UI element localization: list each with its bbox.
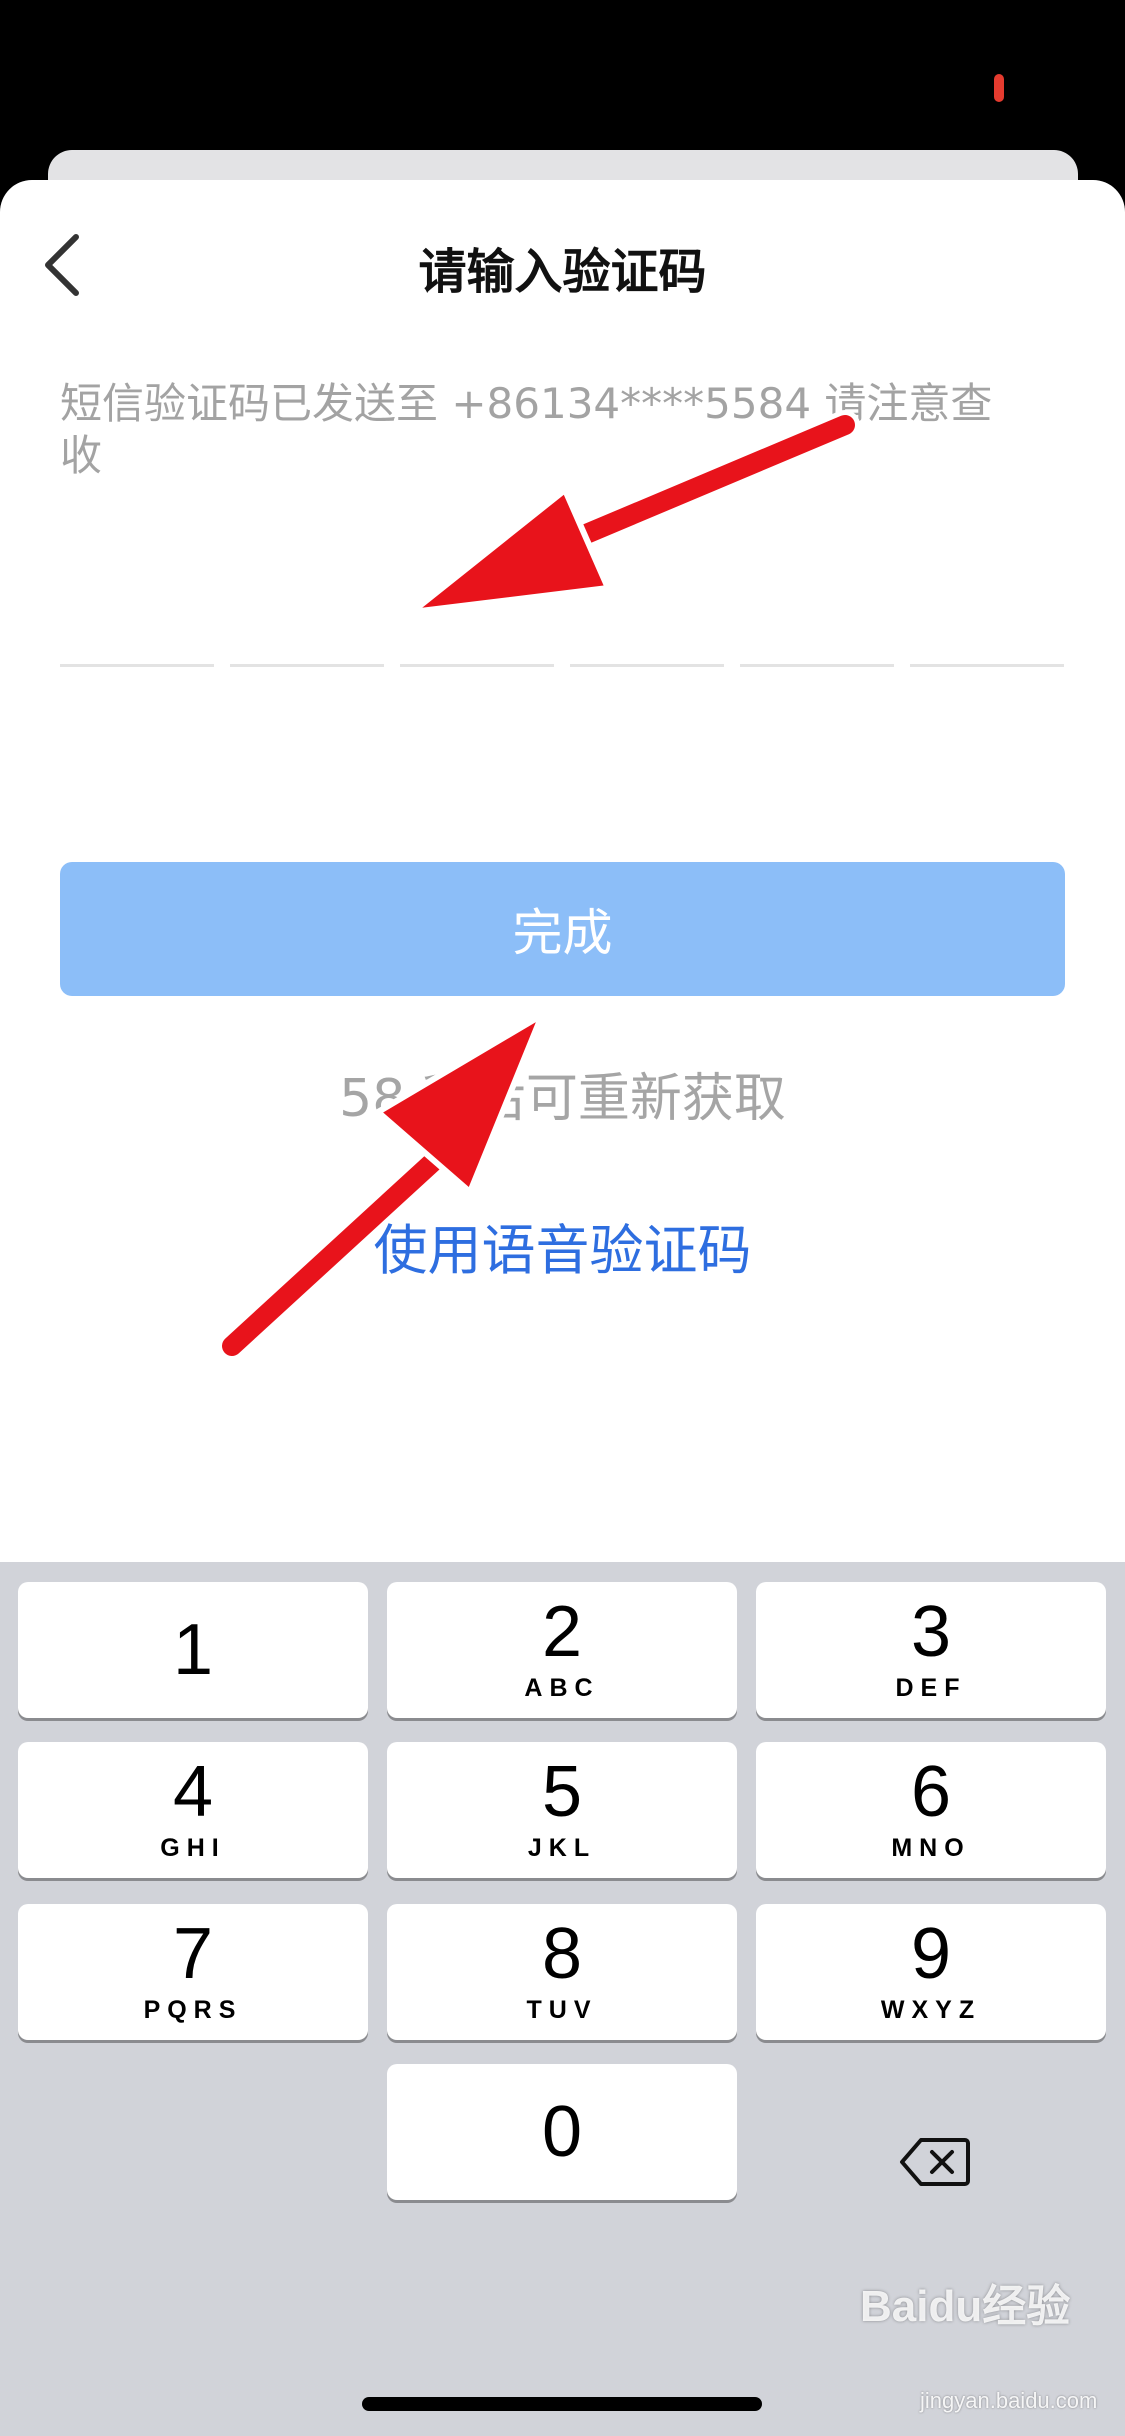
key-digit: 3 [910,1592,952,1672]
key-letters: ABC [524,1674,600,1702]
recording-indicator [994,74,1004,102]
key-digit: 2 [541,1592,583,1672]
key-5[interactable]: 5 JKL [387,1742,737,1878]
backspace-icon [900,2138,970,2186]
code-slot[interactable] [60,664,214,667]
code-slot[interactable] [910,664,1064,667]
key-letters: DEF [895,1674,967,1702]
key-digit: 0 [541,2092,583,2172]
status-bar [0,0,1125,150]
key-4[interactable]: 4 GHI [18,1742,368,1878]
key-letters: WXYZ [880,1996,982,2024]
key-letters: JKL [527,1834,597,1862]
key-letters: MNO [891,1834,971,1862]
key-6[interactable]: 6 MNO [756,1742,1106,1878]
sms-sent-message: 短信验证码已发送至 +86134****5584 请注意查收 [60,379,993,480]
code-input[interactable] [60,664,1066,668]
code-slot[interactable] [230,664,384,667]
key-digit: 1 [172,1610,214,1690]
watermark-url: jingyan.baidu.com [920,2388,1098,2413]
key-7[interactable]: 7 PQRS [18,1904,368,2040]
home-indicator [362,2397,762,2411]
key-digit: 6 [910,1752,952,1832]
nav-bar: 请输入验证码 [0,180,1125,340]
key-2[interactable]: 2 ABC [387,1582,737,1718]
resend-countdown: 58 秒后可重新获取 [339,1069,786,1129]
baidu-watermark: Baidu经验 [860,2282,1071,2331]
page-title: 请输入验证码 [418,244,707,300]
code-slot[interactable] [740,664,894,667]
key-letters: GHI [160,1834,226,1862]
key-digit: 5 [541,1752,583,1832]
code-slot[interactable] [570,664,724,667]
key-digit: 7 [172,1914,214,1994]
key-digit: 9 [910,1914,952,1994]
key-letters: PQRS [143,1996,243,2024]
voice-code-link[interactable]: 使用语音验证码 [0,1206,1125,1285]
code-slot[interactable] [400,664,554,667]
key-8[interactable]: 8 TUV [387,1904,737,2040]
key-digit: 4 [172,1752,214,1832]
key-0[interactable]: 0 [387,2064,737,2200]
done-button[interactable]: 完成 [60,862,1065,996]
key-9[interactable]: 9 WXYZ [756,1904,1106,2040]
key-3[interactable]: 3 DEF [756,1582,1106,1718]
key-letters: TUV [526,1996,598,2024]
key-digit: 8 [541,1914,583,1994]
key-1[interactable]: 1 [18,1582,368,1718]
delete-key[interactable] [760,2094,1110,2230]
